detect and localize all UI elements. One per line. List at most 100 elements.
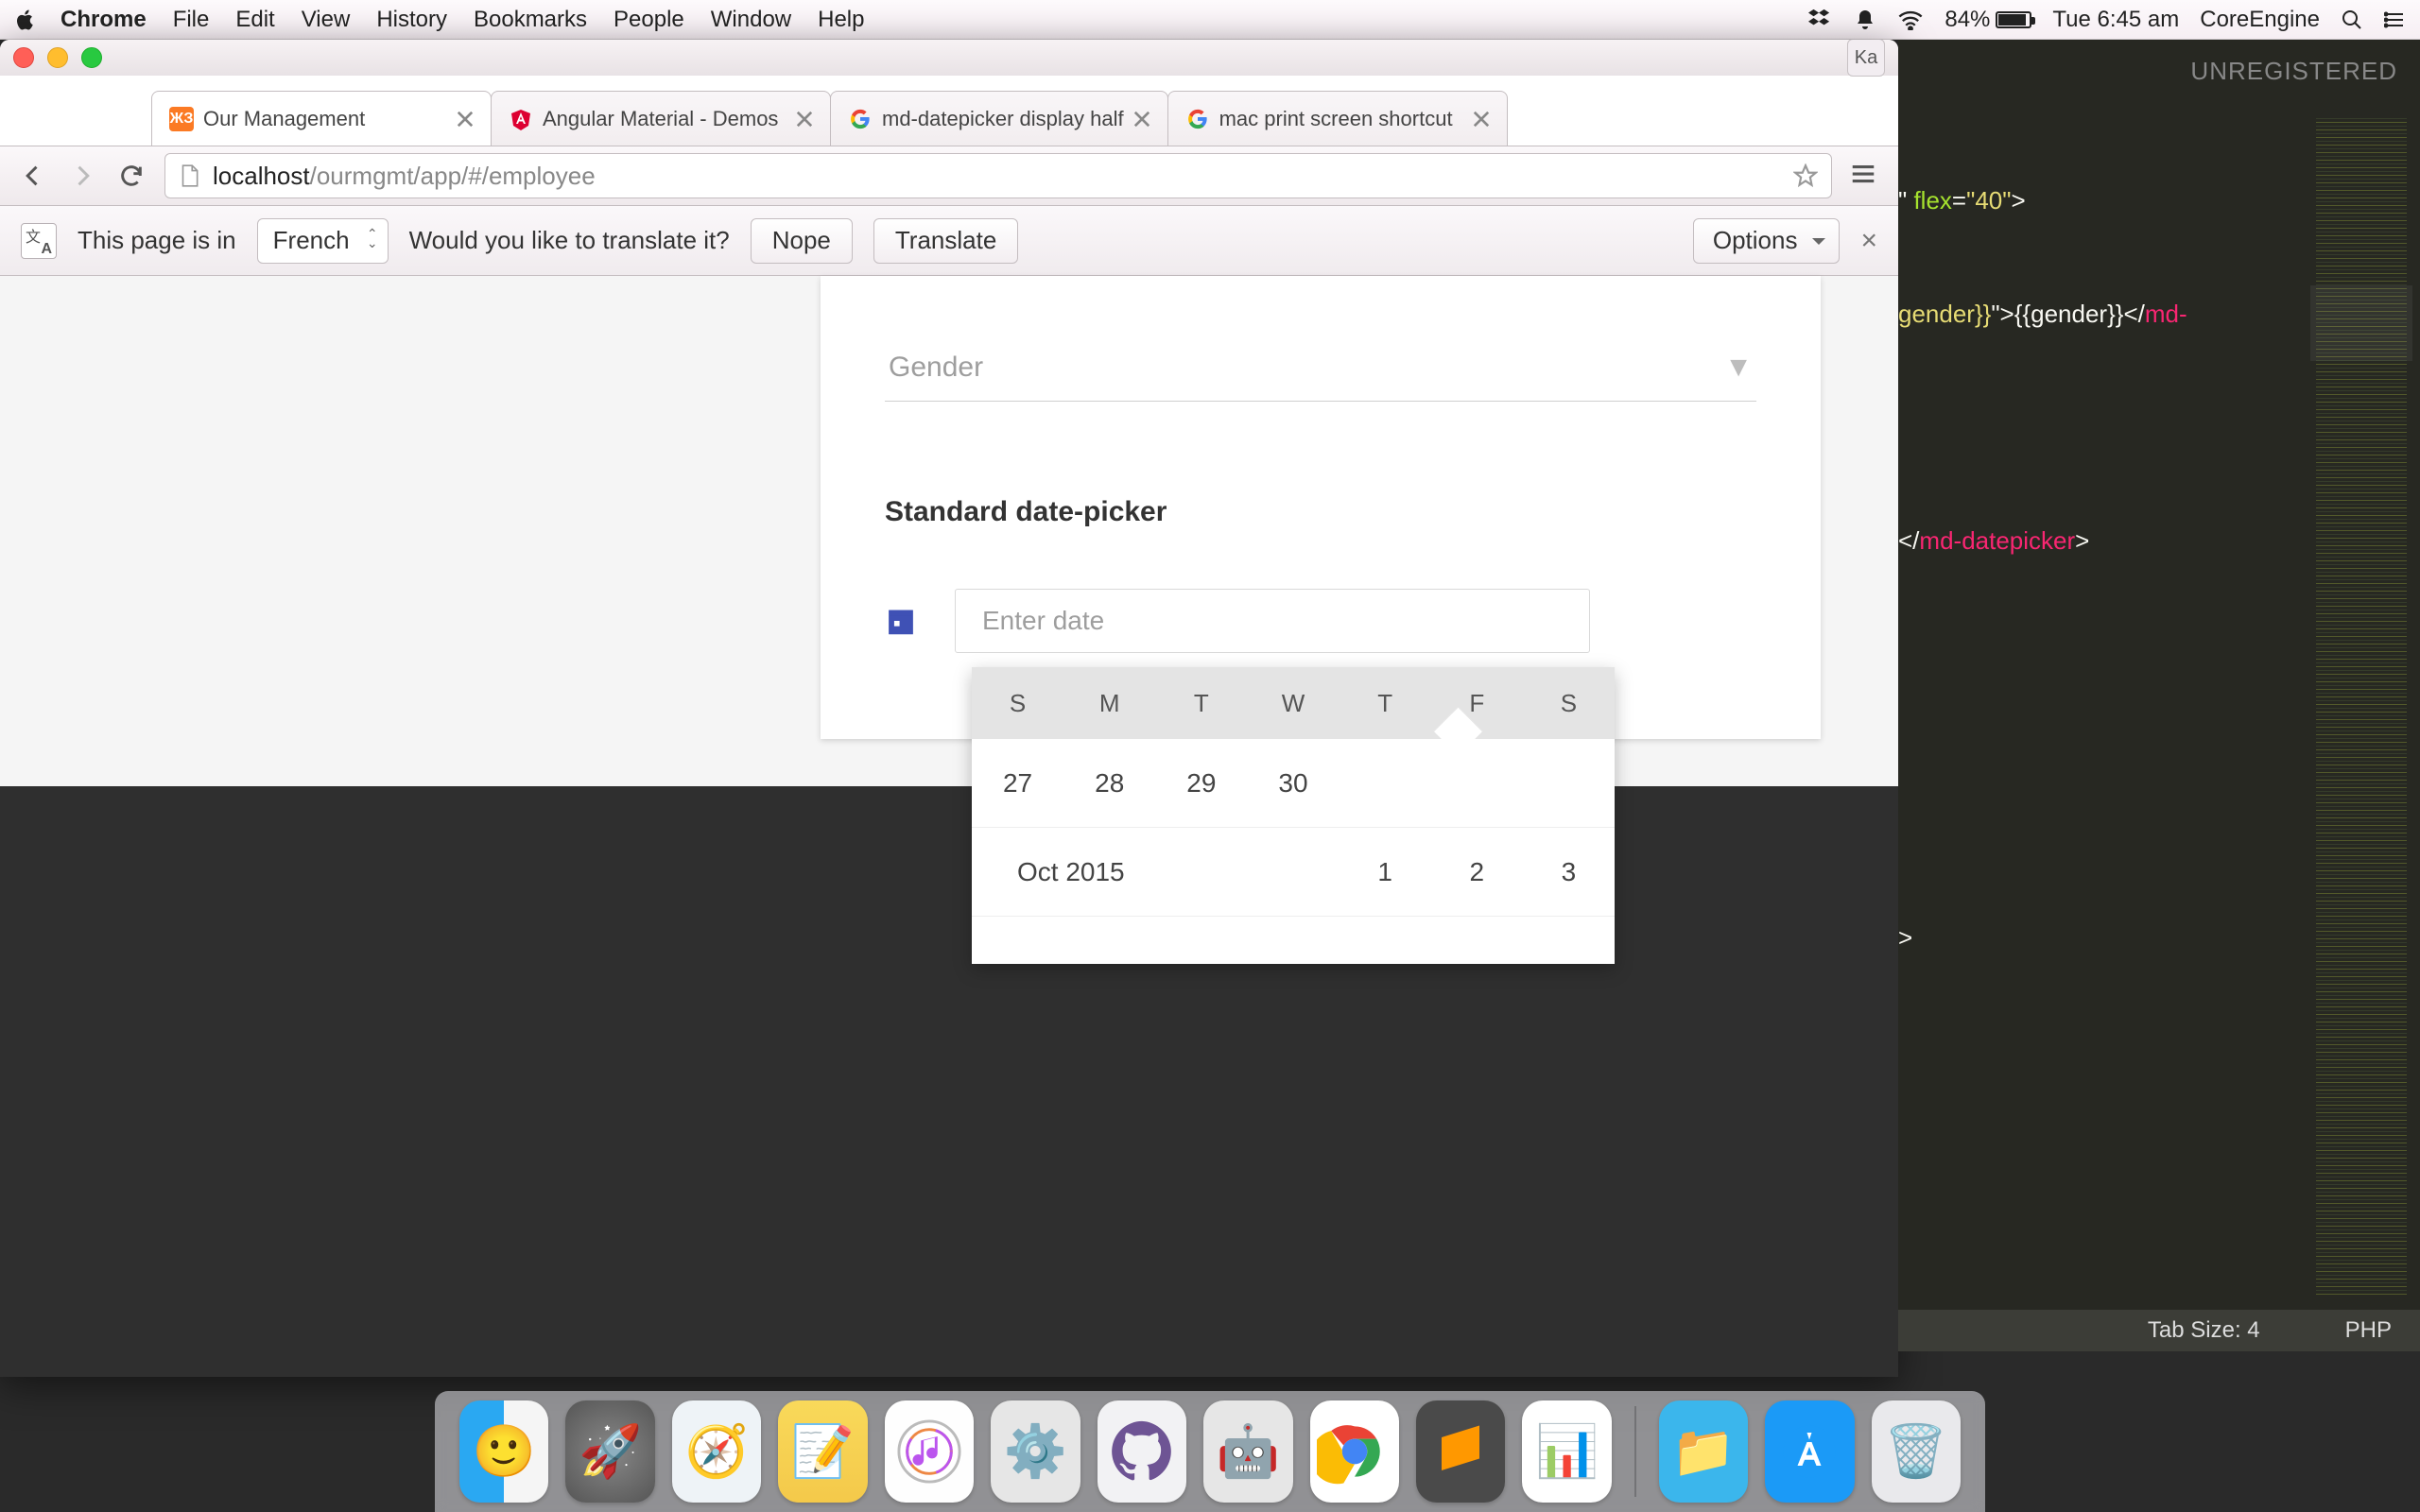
dock-automator[interactable]: 🤖 [1203, 1400, 1292, 1503]
translate-question: Would you like to translate it? [409, 226, 730, 255]
menu-view[interactable]: View [302, 7, 351, 33]
chrome-menu-button[interactable] [1849, 160, 1881, 192]
menu-bookmarks[interactable]: Bookmarks [474, 7, 587, 33]
page-icon [179, 163, 199, 188]
dock-notes[interactable]: 📝 [778, 1400, 867, 1503]
bookmark-star-icon[interactable] [1793, 163, 1818, 188]
translate-close-button[interactable]: × [1860, 225, 1877, 257]
chrome-profile-avatar[interactable]: Ka [1847, 40, 1885, 77]
chrome-tabstrip: ЖЗ Our Management Angular Material - Dem… [151, 91, 1507, 146]
url-host: localhost [213, 162, 310, 191]
sublime-unregistered-label: UNREGISTERED [2190, 57, 2397, 86]
calendar-day[interactable]: 2 [1431, 857, 1523, 887]
calendar-day[interactable]: 3 [1523, 857, 1615, 887]
tab-our-management[interactable]: ЖЗ Our Management [151, 91, 492, 146]
translate-options-button[interactable]: Options [1693, 218, 1841, 264]
calendar-dow-header: S M T W T F S [972, 667, 1615, 739]
forward-button[interactable] [66, 160, 98, 192]
tab-close-icon[interactable] [796, 111, 813, 128]
reload-button[interactable] [115, 160, 147, 192]
chrome-toolbar: localhost/ourmgmt/app/#/employee [0, 146, 1898, 206]
date-input[interactable]: Enter date [955, 589, 1590, 653]
dock-itunes[interactable] [885, 1400, 974, 1503]
calendar-day[interactable]: 27 [972, 768, 1063, 799]
translate-translate-button[interactable]: Translate [873, 218, 1018, 264]
dock-app-store[interactable] [1765, 1400, 1854, 1503]
calendar-day[interactable]: 1 [1340, 857, 1431, 887]
google-favicon-icon [1185, 107, 1210, 131]
tab-title: mac print screen shortcut [1219, 107, 1463, 131]
sublime-tab-size[interactable]: Tab Size: 4 [2148, 1317, 2260, 1344]
menu-window[interactable]: Window [711, 7, 791, 33]
notifications-icon[interactable] [1854, 9, 1876, 31]
translate-bar: This page is in French Would you like to… [0, 206, 1898, 276]
dow: T [1340, 689, 1431, 718]
dock-documents[interactable]: 📁 [1659, 1400, 1748, 1503]
dock-launchpad[interactable]: 🚀 [565, 1400, 654, 1503]
menu-people[interactable]: People [614, 7, 684, 33]
translate-prompt: This page is in [78, 226, 236, 255]
menubar-user[interactable]: CoreEngine [2200, 7, 2320, 33]
xampp-favicon-icon: ЖЗ [169, 107, 194, 131]
wifi-icon[interactable] [1897, 9, 1924, 30]
sublime-language[interactable]: PHP [2345, 1317, 2392, 1344]
dock-finder[interactable]: 🙂 [459, 1400, 548, 1503]
spotlight-icon[interactable] [2341, 9, 2363, 31]
omnibox[interactable]: localhost/ourmgmt/app/#/employee [164, 153, 1832, 198]
tab-mac-print-screen[interactable]: mac print screen shortcut [1167, 91, 1508, 146]
dock-github[interactable] [1098, 1400, 1186, 1503]
chevron-down-icon: ▼ [1724, 352, 1753, 384]
calendar-row: Oct 2015 1 2 3 [972, 828, 1615, 917]
sublime-minimap-viewport[interactable] [2310, 285, 2412, 361]
translate-nope-button[interactable]: Nope [751, 218, 853, 264]
dow: S [1523, 689, 1615, 718]
window-minimize-button[interactable] [47, 47, 68, 68]
translate-language-select[interactable]: French [257, 218, 389, 264]
calendar-row: 27 28 29 30 [972, 739, 1615, 828]
sublime-code-area[interactable]: " flex="40"> gender}}">{{gender}}</md- <… [1898, 172, 2316, 966]
tab-md-datepicker[interactable]: md-datepicker display half [830, 91, 1168, 146]
calendar-day[interactable]: 29 [1155, 768, 1247, 799]
tab-close-icon[interactable] [1133, 111, 1150, 128]
battery-percent: 84% [1945, 7, 1990, 33]
gender-placeholder: Gender [889, 352, 983, 384]
battery-icon [1996, 11, 2031, 28]
tab-angular-material[interactable]: Angular Material - Demos [491, 91, 831, 146]
tab-close-icon[interactable] [457, 111, 474, 128]
menubar-app-name[interactable]: Chrome [60, 7, 147, 33]
menu-edit[interactable]: Edit [235, 7, 274, 33]
dock-numbers[interactable]: 📊 [1522, 1400, 1611, 1503]
menu-history[interactable]: History [376, 7, 447, 33]
chrome-window: Ka ЖЗ Our Management Angular Material - … [0, 40, 1898, 1377]
apple-logo-icon[interactable] [13, 8, 38, 32]
battery-indicator[interactable]: 84% [1945, 7, 2031, 33]
dock-trash[interactable]: 🗑️ [1872, 1400, 1961, 1503]
dow: F [1431, 689, 1523, 718]
gender-select[interactable]: Gender ▼ [885, 342, 1756, 402]
dropbox-icon[interactable] [1808, 8, 1833, 32]
calendar-day[interactable]: 28 [1063, 768, 1155, 799]
dock-safari[interactable]: 🧭 [672, 1400, 761, 1503]
back-button[interactable] [17, 160, 49, 192]
mac-menubar: Chrome File Edit View History Bookmarks … [0, 0, 2420, 40]
google-favicon-icon [848, 107, 873, 131]
tab-close-icon[interactable] [1473, 111, 1490, 128]
menubar-clock[interactable]: Tue 6:45 am [2052, 7, 2179, 33]
dow: M [1063, 689, 1155, 718]
tab-title: Our Management [203, 107, 447, 131]
window-zoom-button[interactable] [81, 47, 102, 68]
menu-help[interactable]: Help [818, 7, 864, 33]
window-close-button[interactable] [13, 47, 34, 68]
menu-file[interactable]: File [173, 7, 210, 33]
notification-center-icon[interactable] [2384, 9, 2407, 31]
window-controls [13, 47, 102, 68]
dock-system-preferences[interactable]: ⚙️ [991, 1400, 1080, 1503]
tab-title: md-datepicker display half [882, 107, 1124, 131]
calendar-row [972, 917, 1615, 964]
calendar-icon[interactable] [885, 605, 917, 637]
dock-sublime[interactable] [1416, 1400, 1505, 1503]
tab-title: Angular Material - Demos [543, 107, 786, 131]
dock-chrome[interactable] [1310, 1400, 1399, 1503]
calendar-day[interactable]: 30 [1247, 768, 1339, 799]
dock-separator [1634, 1406, 1636, 1497]
